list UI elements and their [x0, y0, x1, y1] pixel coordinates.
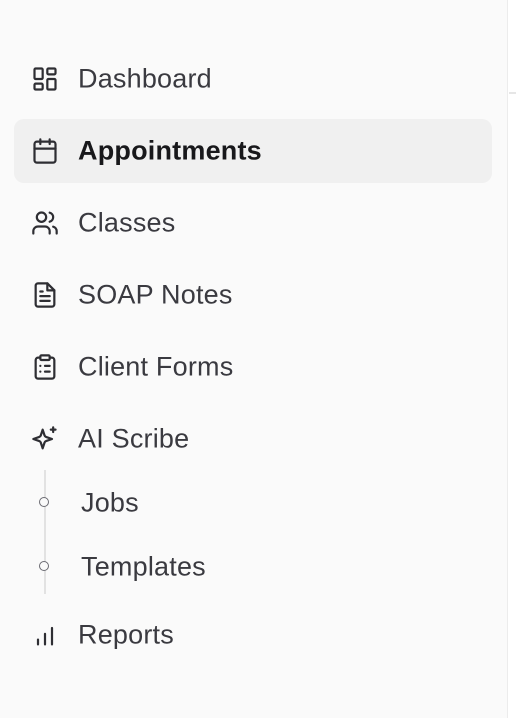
nav-item-label: Dashboard — [78, 63, 212, 94]
nav-item-label: AI Scribe — [78, 423, 190, 454]
header-divider — [509, 92, 516, 94]
subnav-item-jobs[interactable]: Jobs — [30, 475, 490, 531]
subnav-item-label: Jobs — [81, 487, 139, 518]
nav-item-dashboard[interactable]: Dashboard — [14, 47, 492, 111]
subnav-item-label: Templates — [81, 551, 206, 582]
users-icon — [30, 208, 60, 238]
nav-item-label: Reports — [78, 619, 174, 650]
nav-item-label: Classes — [78, 207, 176, 238]
nav-item-appointments[interactable]: Appointments — [14, 119, 492, 183]
nav-item-soap-notes[interactable]: SOAP Notes — [14, 263, 492, 327]
nav-item-classes[interactable]: Classes — [14, 191, 492, 255]
nav-item-label: SOAP Notes — [78, 279, 233, 310]
nav-item-client-forms[interactable]: Client Forms — [14, 335, 492, 399]
clipboard-list-icon — [30, 352, 60, 382]
bar-chart-icon — [30, 620, 60, 650]
nav-item-label: Client Forms — [78, 351, 234, 382]
main-content-edge — [509, 0, 516, 718]
bullet-icon — [39, 497, 49, 507]
calendar-icon — [30, 136, 60, 166]
document-icon — [30, 280, 60, 310]
subnav-item-templates[interactable]: Templates — [30, 539, 490, 595]
sidebar-nav: Dashboard Appointments Classes SOAP Note… — [0, 0, 508, 718]
dashboard-icon — [30, 64, 60, 94]
bullet-icon — [39, 561, 49, 571]
sparkles-icon — [30, 424, 60, 454]
nav-item-label: Appointments — [78, 135, 262, 166]
nav-item-reports[interactable]: Reports — [14, 603, 492, 667]
nav-item-ai-scribe[interactable]: AI Scribe — [14, 407, 492, 471]
